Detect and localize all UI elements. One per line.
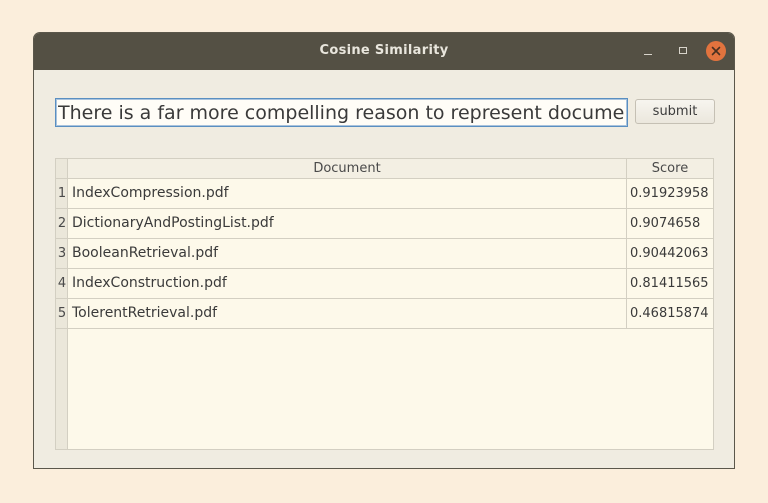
close-icon xyxy=(711,46,721,56)
column-header-document[interactable]: Document xyxy=(68,159,627,179)
app-window: Cosine Similarity submit Document Score … xyxy=(33,32,735,469)
row-number[interactable]: 5 xyxy=(56,299,68,329)
row-number[interactable]: 3 xyxy=(56,239,68,269)
score-cell[interactable]: 0.90442063 xyxy=(627,239,713,269)
table-row[interactable]: 3 BooleanRetrieval.pdf 0.90442063 xyxy=(56,239,713,269)
maximize-icon xyxy=(679,47,687,54)
row-number[interactable]: 4 xyxy=(56,269,68,299)
score-cell[interactable]: 0.46815874 xyxy=(627,299,713,329)
table-row[interactable]: 5 TolerentRetrieval.pdf 0.46815874 xyxy=(56,299,713,329)
score-cell[interactable]: 0.91923958 xyxy=(627,179,713,209)
submit-button[interactable]: submit xyxy=(635,99,715,124)
document-cell[interactable]: BooleanRetrieval.pdf xyxy=(68,239,627,269)
column-header-score[interactable]: Score xyxy=(627,159,713,179)
document-cell[interactable]: DictionaryAndPostingList.pdf xyxy=(68,209,627,239)
minimize-icon xyxy=(644,54,652,55)
document-cell[interactable]: IndexCompression.pdf xyxy=(68,179,627,209)
row-number[interactable]: 1 xyxy=(56,179,68,209)
maximize-button[interactable] xyxy=(673,41,693,61)
score-cell[interactable]: 0.81411565 xyxy=(627,269,713,299)
window-title: Cosine Similarity xyxy=(319,43,449,58)
close-button[interactable] xyxy=(706,41,726,61)
document-cell[interactable]: IndexConstruction.pdf xyxy=(68,269,627,299)
table-row[interactable]: 4 IndexConstruction.pdf 0.81411565 xyxy=(56,269,713,299)
minimize-button[interactable] xyxy=(638,41,658,61)
query-input[interactable] xyxy=(55,98,628,127)
table-row[interactable]: 2 DictionaryAndPostingList.pdf 0.9074658 xyxy=(56,209,713,239)
table-corner[interactable] xyxy=(56,159,68,179)
document-cell[interactable]: TolerentRetrieval.pdf xyxy=(68,299,627,329)
row-number[interactable]: 2 xyxy=(56,209,68,239)
score-cell[interactable]: 0.9074658 xyxy=(627,209,713,239)
table-row[interactable]: 1 IndexCompression.pdf 0.91923958 xyxy=(56,179,713,209)
results-table: Document Score 1 IndexCompression.pdf 0.… xyxy=(55,158,714,450)
title-bar[interactable]: Cosine Similarity xyxy=(34,33,734,70)
